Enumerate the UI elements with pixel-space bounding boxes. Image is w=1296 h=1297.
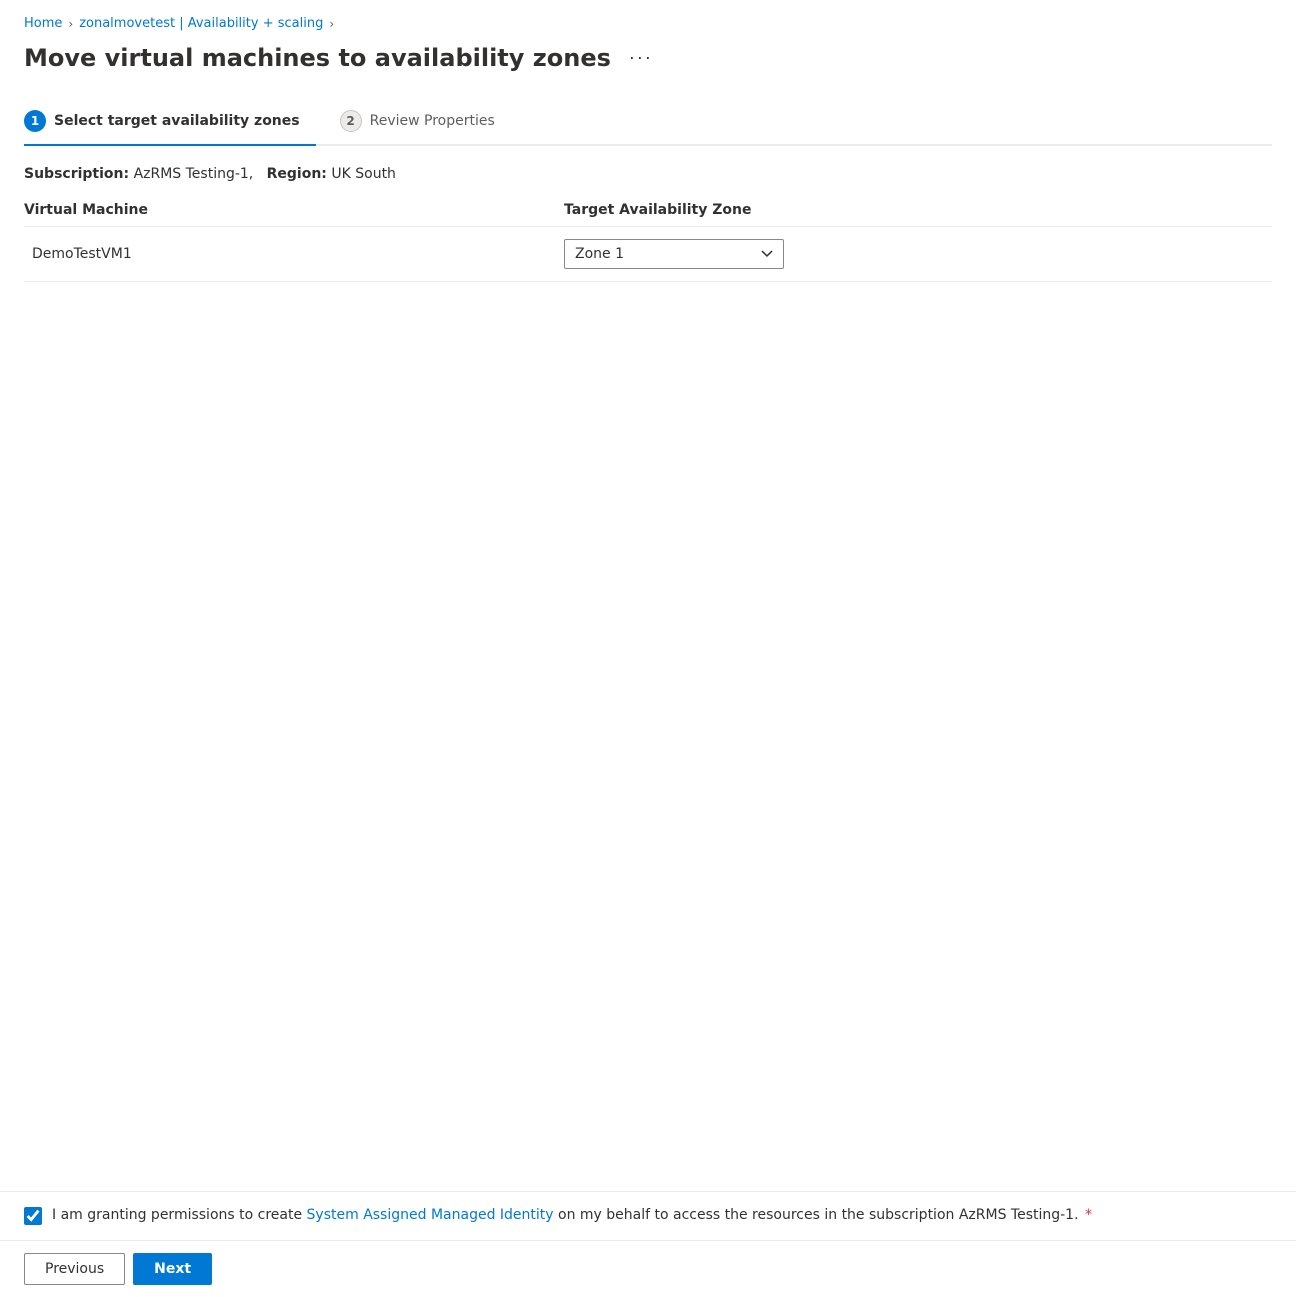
previous-button[interactable]: Previous — [24, 1253, 125, 1285]
vm-name: DemoTestVM1 — [24, 246, 564, 262]
table-header: Virtual Machine Target Availability Zone — [24, 202, 1272, 227]
table-row: DemoTestVM1 Zone 1 Zone 2 Zone 3 — [24, 227, 1272, 282]
region-label: Region: — [267, 166, 327, 182]
breadcrumb: Home › zonalmovetest | Availability + sc… — [24, 16, 1272, 31]
col-zone-header: Target Availability Zone — [564, 202, 1272, 218]
region-value: UK South — [331, 166, 396, 182]
buttons-row: Previous Next — [0, 1241, 1296, 1297]
consent-row: I am granting permissions to create Syst… — [0, 1192, 1296, 1241]
breadcrumb-sep-2: › — [329, 17, 334, 31]
page-title: Move virtual machines to availability zo… — [24, 44, 611, 72]
subscription-label: Subscription: — [24, 166, 129, 182]
consent-link[interactable]: System Assigned Managed Identity — [307, 1207, 554, 1223]
subscription-info: Subscription: AzRMS Testing-1, Region: U… — [24, 166, 1272, 182]
wizard-tabs: 1 Select target availability zones 2 Rev… — [24, 100, 1272, 146]
consent-text-before: I am granting permissions to create — [52, 1207, 302, 1223]
breadcrumb-resource[interactable]: zonalmovetest | Availability + scaling — [79, 16, 323, 31]
required-star: * — [1085, 1207, 1092, 1223]
tab-review-properties[interactable]: 2 Review Properties — [340, 100, 511, 144]
breadcrumb-home[interactable]: Home — [24, 16, 62, 31]
consent-text-after: on my behalf to access the resources in … — [558, 1207, 1079, 1223]
tab-select-zones[interactable]: 1 Select target availability zones — [24, 100, 316, 144]
next-button[interactable]: Next — [133, 1253, 212, 1285]
ellipsis-button[interactable]: ··· — [623, 43, 659, 72]
tab2-label: Review Properties — [370, 113, 495, 129]
tab1-label: Select target availability zones — [54, 113, 300, 129]
page-title-row: Move virtual machines to availability zo… — [24, 43, 1272, 72]
vm-table: Virtual Machine Target Availability Zone… — [24, 202, 1272, 282]
subscription-value: AzRMS Testing-1, — [134, 166, 254, 182]
tab2-badge: 2 — [340, 110, 362, 132]
zone-selector-cell: Zone 1 Zone 2 Zone 3 — [564, 239, 1272, 269]
tab1-badge: 1 — [24, 110, 46, 132]
consent-text: I am granting permissions to create Syst… — [52, 1206, 1092, 1226]
footer: I am granting permissions to create Syst… — [0, 1191, 1296, 1297]
zone-select[interactable]: Zone 1 Zone 2 Zone 3 — [564, 239, 784, 269]
col-vm-header: Virtual Machine — [24, 202, 564, 218]
consent-checkbox[interactable] — [24, 1207, 42, 1225]
breadcrumb-sep-1: › — [68, 17, 73, 31]
